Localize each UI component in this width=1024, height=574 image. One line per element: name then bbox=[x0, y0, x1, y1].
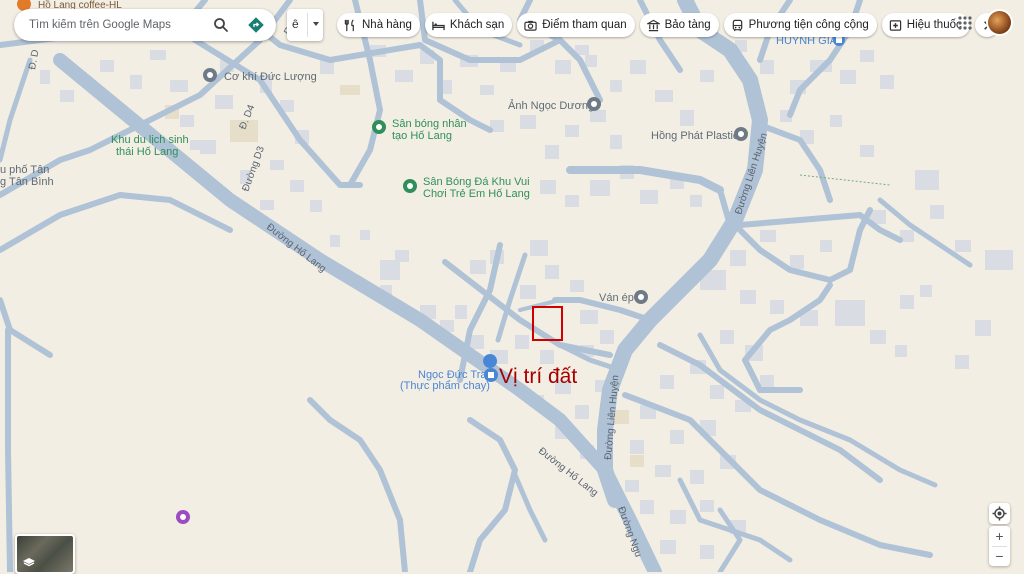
chip-transit[interactable]: Phương tiện công cộng bbox=[723, 13, 877, 37]
poi-pin-hong-phat[interactable] bbox=[734, 127, 748, 141]
poi-pin-san-bong-1[interactable] bbox=[372, 120, 386, 134]
place-label-san-bong-2b: Chơi Trẻ Em Hố Lang bbox=[423, 188, 530, 200]
bus-icon bbox=[732, 19, 742, 31]
pharmacy-icon bbox=[889, 19, 901, 31]
place-label-san-bong-1b: tạo Hố Lang bbox=[392, 130, 452, 142]
directions-icon[interactable] bbox=[248, 17, 264, 33]
search-icon[interactable] bbox=[213, 17, 229, 33]
chip-label: Hiệu thuốc bbox=[906, 19, 962, 31]
place-label-ngoc-duc-trai-b: (Thực phẩm chay) bbox=[400, 380, 490, 392]
chip-restaurants[interactable]: Nhà hàng bbox=[337, 13, 420, 37]
place-label-khu-pho-a: u phố Tân bbox=[0, 164, 49, 176]
plot-location-label: Vị trí đất bbox=[499, 365, 578, 388]
place-label-hong-phat: Hồng Phát Plastic bbox=[651, 130, 739, 142]
input-tools-glyph: ê bbox=[292, 17, 299, 31]
camera-icon bbox=[524, 20, 537, 31]
chip-attractions[interactable]: Điểm tham quan bbox=[517, 13, 635, 37]
chip-museums[interactable]: Bảo tàng bbox=[639, 13, 719, 37]
place-label-khu-du-lich-b: thái Hố Lang bbox=[116, 146, 178, 158]
layers-icon bbox=[23, 558, 35, 567]
poi-pin-san-bong-2[interactable] bbox=[403, 179, 417, 193]
bed-icon bbox=[432, 21, 445, 30]
crosshair-icon bbox=[992, 506, 1007, 521]
poi-pin-van-ep[interactable] bbox=[634, 290, 648, 304]
poi-pin-anh-ngoc-duong[interactable] bbox=[587, 97, 601, 111]
chip-label: Bảo tàng bbox=[664, 19, 711, 31]
input-tools-button[interactable]: ê bbox=[287, 9, 323, 41]
input-tools-divider bbox=[307, 13, 308, 37]
chip-label: Khách sạn bbox=[449, 19, 505, 31]
place-label-van-ep: Ván ép bbox=[599, 292, 634, 304]
place-label-san-bong-1a: Sân bóng nhân bbox=[392, 118, 467, 130]
chevron-down-icon[interactable] bbox=[313, 22, 319, 26]
category-chips: Nhà hàng Khách sạn Điểm tham quan Bảo tà… bbox=[337, 13, 999, 37]
zoom-out-button[interactable]: − bbox=[989, 546, 1010, 566]
map-canvas[interactable]: Đ. D5 Đ. D4 Đường D3 Đường Hố Lang Đường… bbox=[0, 0, 1024, 572]
layers-toggle-button[interactable] bbox=[15, 534, 75, 574]
museum-icon bbox=[646, 19, 660, 31]
poi-pin-purple[interactable] bbox=[176, 510, 190, 524]
chip-label: Phương tiện công cộng bbox=[748, 19, 869, 31]
chip-label: Điểm tham quan bbox=[542, 19, 627, 31]
account-avatar[interactable] bbox=[988, 11, 1011, 34]
search-box bbox=[14, 9, 276, 41]
place-label-co-khi: Cơ khí Đức Lượng bbox=[224, 71, 317, 83]
place-label-anh-ngoc-duong: Ảnh Ngọc Dương bbox=[508, 99, 594, 112]
chip-hotels[interactable]: Khách sạn bbox=[424, 13, 513, 37]
place-label-khu-du-lich-a: Khu du lịch sinh bbox=[111, 134, 189, 146]
my-location-button[interactable] bbox=[989, 503, 1010, 524]
place-label-khu-pho-b: g Tân Bình bbox=[0, 176, 54, 188]
zoom-control: + − bbox=[989, 526, 1010, 566]
place-label-san-bong-2a: Sân Bóng Đá Khu Vui bbox=[423, 176, 530, 188]
poi-pin-co-khi[interactable] bbox=[203, 68, 217, 82]
apps-grid-icon[interactable] bbox=[956, 14, 974, 32]
zoom-in-button[interactable]: + bbox=[989, 526, 1010, 546]
fork-knife-icon bbox=[344, 19, 354, 31]
search-input[interactable] bbox=[29, 9, 209, 41]
plot-marker-box bbox=[532, 306, 563, 341]
chip-label: Nhà hàng bbox=[362, 19, 412, 31]
